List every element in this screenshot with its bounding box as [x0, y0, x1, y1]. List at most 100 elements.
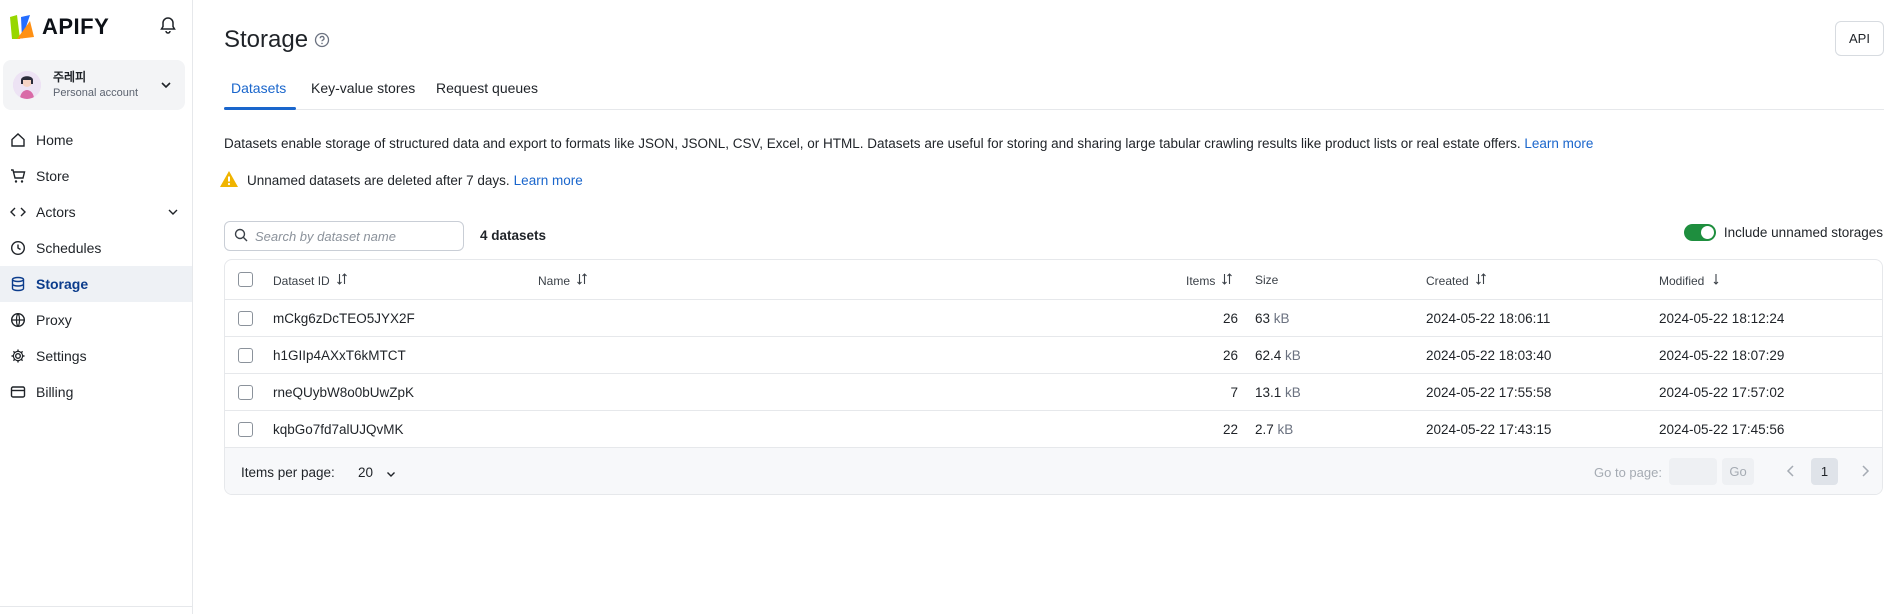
code-icon — [10, 204, 26, 220]
row-checkbox[interactable] — [238, 385, 253, 400]
gear-icon — [10, 348, 26, 364]
dataset-items: 26 — [1222, 311, 1238, 326]
database-icon — [10, 276, 26, 292]
billing-icon — [10, 384, 26, 400]
toggle-label: Include unnamed storages — [1723, 225, 1883, 240]
learn-more-link[interactable]: Learn more — [1524, 136, 1593, 151]
size-value: 13.1 — [1255, 385, 1282, 400]
dataset-created: 2024-05-22 18:06:11 — [1426, 311, 1551, 326]
size-unit: kB — [1285, 385, 1301, 400]
chevron-right-icon[interactable] — [1859, 464, 1871, 481]
api-button[interactable]: API — [1835, 21, 1884, 56]
dataset-id[interactable]: mCkg6zDcTEO5JYX2F — [273, 311, 415, 326]
globe-icon — [10, 312, 26, 328]
active-tab-indicator — [224, 107, 296, 110]
row-checkbox[interactable] — [238, 311, 253, 326]
tab-request-queues[interactable]: Request queues — [436, 80, 538, 96]
column-header-items[interactable]: Items — [1186, 273, 1233, 288]
avatar — [13, 71, 41, 99]
sidebar: APIFY 주레피 Personal account Home Store Ac… — [0, 0, 193, 614]
items-per-page-label: Items per page: — [241, 465, 335, 480]
row-checkbox[interactable] — [238, 422, 253, 437]
column-header-name[interactable]: Name — [538, 273, 588, 288]
dataset-modified: 2024-05-22 17:57:02 — [1659, 385, 1785, 400]
description-text: Datasets enable storage of structured da… — [224, 136, 1521, 151]
items-per-page-select[interactable]: 20 — [358, 465, 373, 480]
storage-tabs: Datasets Key-value stores Request queues — [224, 70, 1884, 110]
sidebar-item-billing[interactable]: Billing — [0, 374, 192, 410]
sidebar-item-actors[interactable]: Actors — [0, 194, 192, 230]
apify-logo-icon — [10, 15, 34, 39]
sidebar-divider — [0, 606, 192, 614]
sidebar-item-storage[interactable]: Storage — [0, 266, 192, 302]
column-header-created[interactable]: Created — [1426, 273, 1487, 288]
select-all-checkbox[interactable] — [238, 272, 253, 287]
size-unit: kB — [1273, 311, 1290, 326]
page-title: Storage — [224, 26, 309, 53]
search-field[interactable] — [224, 221, 464, 251]
go-to-page-input[interactable] — [1669, 458, 1717, 485]
home-icon — [10, 132, 26, 148]
warning-text: Unnamed datasets are deleted after 7 day… — [247, 173, 510, 188]
apify-logo[interactable]: APIFY — [8, 12, 109, 42]
column-label: Modified — [1659, 273, 1705, 288]
size-unit: kB — [1285, 348, 1301, 363]
datasets-table: Dataset ID Name Items Size Created Modif… — [224, 259, 1883, 495]
dataset-modified: 2024-05-22 18:07:29 — [1659, 348, 1785, 363]
sidebar-item-home[interactable]: Home — [0, 122, 192, 158]
account-switcher[interactable]: 주레피 Personal account — [3, 60, 185, 110]
sort-desc-icon — [1710, 273, 1722, 288]
datasets-description: Datasets enable storage of structured da… — [224, 136, 1593, 151]
column-label: Size — [1255, 273, 1279, 287]
dataset-size: 13.1 kB — [1255, 385, 1301, 400]
current-page[interactable]: 1 — [1811, 458, 1838, 485]
table-row[interactable]: rneQUybW8o0bUwZpK 7 13.1 kB 2024-05-22 1… — [225, 374, 1882, 411]
row-checkbox[interactable] — [238, 348, 253, 363]
column-header-modified[interactable]: Modified — [1659, 273, 1722, 288]
sidebar-item-settings[interactable]: Settings — [0, 338, 192, 374]
bell-icon[interactable] — [158, 15, 178, 35]
chevron-down-icon[interactable] — [166, 205, 180, 222]
size-value: 62.4 — [1255, 348, 1282, 363]
sort-icon — [576, 273, 588, 288]
learn-more-link[interactable]: Learn more — [514, 173, 583, 188]
dataset-count: 4 datasets — [480, 228, 547, 243]
sidebar-item-label: Schedules — [36, 240, 102, 256]
table-footer: Items per page: 20 Go to page: Go 1 — [225, 448, 1882, 494]
dataset-size: 62.4 kB — [1255, 348, 1301, 363]
table-row[interactable]: h1GIIp4AXxT6kMTCT 26 62.4 kB 2024-05-22 … — [225, 337, 1882, 374]
dataset-created: 2024-05-22 17:55:58 — [1426, 385, 1552, 400]
column-header-dataset-id[interactable]: Dataset ID — [273, 273, 348, 288]
go-button[interactable]: Go — [1722, 458, 1754, 485]
sidebar-item-store[interactable]: Store — [0, 158, 192, 194]
table-row[interactable]: kqbGo7fd7alUJQvMK 22 2.7 kB 2024-05-22 1… — [225, 411, 1882, 448]
sidebar-item-proxy[interactable]: Proxy — [0, 302, 192, 338]
size-value: 63 — [1255, 311, 1271, 326]
tab-datasets[interactable]: Datasets — [231, 80, 286, 96]
dataset-id[interactable]: rneQUybW8o0bUwZpK — [273, 385, 414, 400]
help-icon[interactable] — [314, 32, 330, 51]
dataset-id[interactable]: kqbGo7fd7alUJQvMK — [273, 422, 404, 437]
sort-icon — [336, 273, 348, 288]
brand-name: APIFY — [42, 14, 110, 39]
sidebar-item-label: Settings — [36, 348, 87, 364]
column-label: Items — [1186, 273, 1216, 288]
include-unnamed-toggle[interactable]: Include unnamed storages — [1683, 224, 1883, 241]
search-input[interactable] — [255, 228, 455, 244]
clock-icon — [10, 240, 26, 256]
toggle-switch[interactable] — [1683, 224, 1716, 241]
tab-key-value-stores[interactable]: Key-value stores — [311, 80, 415, 96]
sidebar-item-label: Home — [36, 132, 74, 148]
dataset-created: 2024-05-22 17:43:15 — [1426, 422, 1552, 437]
warning-icon — [219, 170, 239, 191]
search-icon — [234, 228, 248, 245]
sidebar-nav: Home Store Actors Schedules Storage Prox… — [0, 122, 192, 410]
chevron-left-icon[interactable] — [1785, 464, 1797, 481]
dataset-items: 7 — [1230, 385, 1238, 400]
table-row[interactable]: mCkg6zDcTEO5JYX2F 26 63 kB 2024-05-22 18… — [225, 300, 1882, 337]
dataset-id[interactable]: h1GIIp4AXxT6kMTCT — [273, 348, 406, 363]
sidebar-item-schedules[interactable]: Schedules — [0, 230, 192, 266]
dataset-items: 22 — [1222, 422, 1238, 437]
main-content: Storage API Datasets Key-value stores Re… — [194, 0, 1899, 614]
chevron-down-icon[interactable] — [385, 467, 397, 483]
